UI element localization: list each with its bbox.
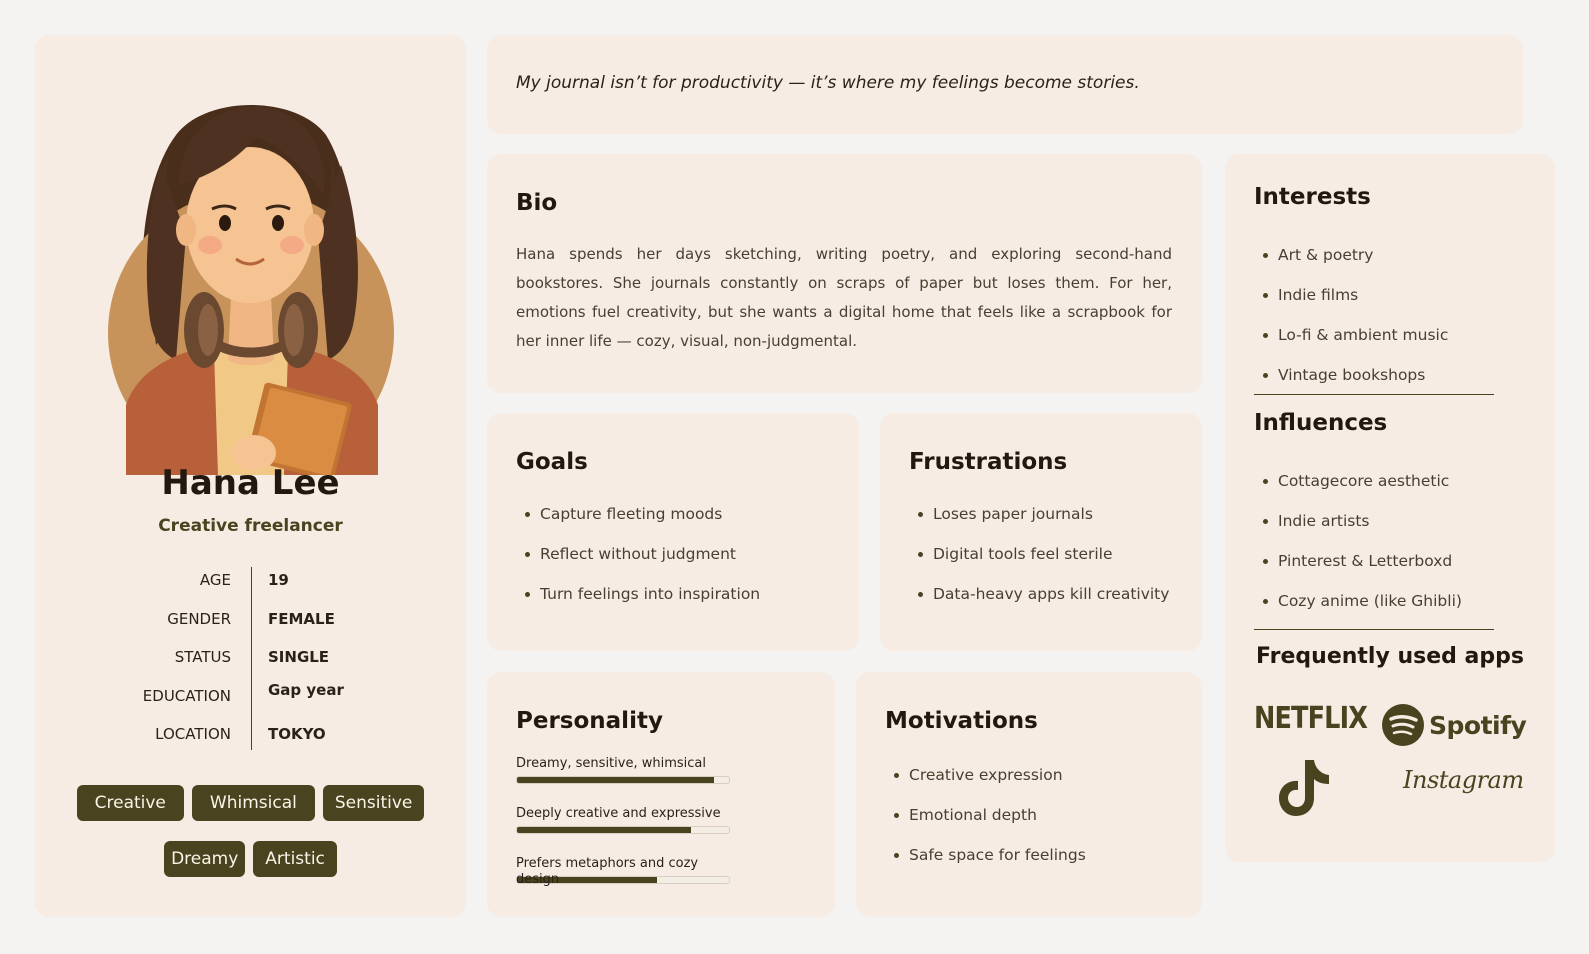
tag-dreamy: Dreamy [164, 841, 246, 877]
list-item: Creative expression [885, 764, 1086, 804]
personality-title: Personality [516, 708, 663, 734]
interests-list: Art & poetry Indie films Lo-fi & ambient… [1254, 244, 1448, 404]
bio-text: Hana spends her days sketching, writing … [516, 245, 1172, 350]
fact-value-location: TOKYO [268, 725, 326, 743]
fact-value-status: SINGLE [268, 648, 330, 666]
divider [1254, 394, 1494, 395]
spotify-wordmark: Spotify [1429, 710, 1527, 740]
persona-role: Creative freelancer [158, 516, 343, 536]
list-item: Data-heavy apps kill creativity [909, 583, 1169, 623]
personality-card: Personality Dreamy, sensitive, whimsical… [487, 672, 835, 917]
list-item: Loses paper journals [909, 503, 1169, 543]
apps-title: Frequently used apps [1256, 644, 1524, 669]
instagram-wordmark: Instagram [1403, 766, 1524, 794]
instagram-logo-icon: Instagram [1403, 766, 1524, 794]
list-item: Indie films [1254, 284, 1448, 324]
fact-label-gender: GENDER [167, 610, 231, 628]
fact-label-location: LOCATION [155, 725, 231, 743]
trait-row: Dreamy, sensitive, whimsical [516, 756, 730, 784]
bio-card: Bio Hana spends her days sketching, writ… [487, 154, 1202, 393]
fact-label-education: EDUCATION [142, 687, 231, 705]
interests-title: Interests [1254, 184, 1371, 210]
persona-name: Hana Lee [161, 463, 340, 503]
persona-facts: AGE 19 GENDER FEMALE STATUS SINGLE EDUCA… [35, 567, 466, 757]
netflix-wordmark: NETFLIX [1254, 701, 1368, 736]
interests-card: Interests Art & poetry Indie films Lo-fi… [1225, 154, 1555, 862]
divider [1254, 629, 1494, 630]
trait-tags: Creative Whimsical Sensitive Dreamy Arti… [75, 785, 426, 877]
goals-card: Goals Capture fleeting moods Reflect wit… [487, 413, 859, 651]
tiktok-icon [1279, 760, 1329, 816]
fact-value-education: Gap year [268, 681, 344, 699]
list-item: Cottagecore aesthetic [1254, 470, 1462, 510]
list-item: Indie artists [1254, 510, 1462, 550]
trait-label: Prefers metaphors and cozy design [516, 856, 699, 887]
avatar [108, 105, 394, 475]
fact-value-age: 19 [268, 571, 289, 589]
tag-whimsical: Whimsical [191, 785, 315, 821]
frustrations-card: Frustrations Loses paper journals Digita… [880, 413, 1202, 651]
tag-artistic: Artistic [253, 841, 337, 877]
fact-label-status: STATUS [174, 648, 231, 666]
trait-row: Deeply creative and expressive [516, 806, 730, 834]
trait-label: Deeply creative and expressive [516, 806, 721, 821]
list-item: Reflect without judgment [516, 543, 760, 583]
motivations-card: Motivations Creative expression Emotiona… [856, 672, 1202, 917]
fact-value-gender: FEMALE [268, 610, 335, 628]
quote-card: My journal isn’t for productivity — it’s… [487, 35, 1523, 134]
profile-card: Hana Lee Creative freelancer AGE 19 GEND… [35, 35, 466, 917]
trait-bar-fill [517, 827, 691, 833]
list-item: Safe space for feelings [885, 844, 1086, 884]
frustrations-title: Frustrations [909, 449, 1068, 475]
goals-list: Capture fleeting moods Reflect without j… [516, 503, 760, 623]
influences-title: Influences [1254, 410, 1388, 436]
tag-sensitive: Sensitive [322, 785, 425, 821]
netflix-logo-icon: NETFLIX [1254, 701, 1387, 736]
trait-bar-fill [517, 777, 715, 783]
list-item: Emotional depth [885, 804, 1086, 844]
frustrations-list: Loses paper journals Digital tools feel … [909, 503, 1169, 623]
facts-divider [251, 567, 252, 750]
list-item: Digital tools feel sterile [909, 543, 1169, 583]
list-item: Pinterest & Letterboxd [1254, 550, 1462, 590]
list-item: Capture fleeting moods [516, 503, 760, 543]
trait-row: Prefers metaphors and cozy design [516, 856, 730, 887]
fact-label-age: AGE [199, 571, 231, 589]
list-item: Turn feelings into inspiration [516, 583, 760, 623]
bio-title: Bio [516, 190, 558, 216]
spotify-logo-icon: Spotify [1381, 703, 1527, 747]
tag-creative: Creative [76, 785, 184, 821]
influences-list: Cottagecore aesthetic Indie artists Pint… [1254, 470, 1462, 630]
spotify-icon [1382, 704, 1424, 746]
trait-bar [516, 776, 730, 784]
list-item: Cozy anime (like Ghibli) [1254, 590, 1462, 630]
list-item: Vintage bookshops [1254, 364, 1448, 404]
motivations-list: Creative expression Emotional depth Safe… [885, 764, 1086, 884]
motivations-title: Motivations [885, 708, 1038, 734]
goals-title: Goals [516, 449, 588, 475]
list-item: Art & poetry [1254, 244, 1448, 284]
persona-quote: My journal isn’t for productivity — it’s… [516, 73, 1140, 93]
trait-bar [516, 826, 730, 834]
tiktok-logo-icon [1277, 758, 1331, 822]
list-item: Lo-fi & ambient music [1254, 324, 1448, 364]
trait-label: Dreamy, sensitive, whimsical [516, 756, 706, 771]
